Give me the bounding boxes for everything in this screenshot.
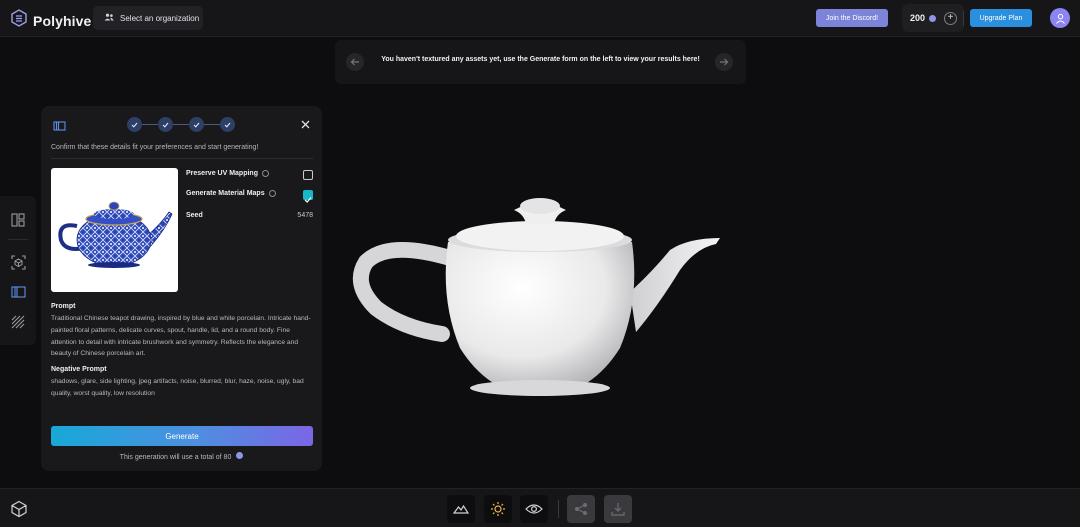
material-maps-text: Generate Material Maps xyxy=(186,190,265,197)
share-icon xyxy=(575,503,587,515)
previous-arrow-button[interactable] xyxy=(346,53,364,71)
select-organization-label: Select an organization xyxy=(120,13,200,23)
prompt-title: Prompt xyxy=(51,303,76,310)
polyhive-logo-icon xyxy=(11,9,27,32)
confirm-text: Confirm that these details fit your pref… xyxy=(51,144,259,151)
scan-cube-icon xyxy=(10,254,26,270)
model-viewer[interactable] xyxy=(340,180,740,410)
preserve-uv-checkbox[interactable] xyxy=(303,170,313,180)
sun-icon xyxy=(491,502,505,516)
negative-prompt-text: shadows, glare, side lighting, jpeg arti… xyxy=(51,378,304,397)
layout-icon xyxy=(11,213,25,227)
rail-item-texture[interactable] xyxy=(10,284,26,300)
toolbar-divider xyxy=(558,500,559,518)
preserve-uv-label: Preserve UV Mapping xyxy=(186,170,269,177)
next-arrow-button[interactable] xyxy=(715,53,733,71)
seed-value[interactable]: 5478 xyxy=(271,212,313,219)
add-credits-button[interactable]: + xyxy=(944,11,958,25)
lighting-button[interactable] xyxy=(484,495,512,523)
prompt-text: Traditional Chinese teapot drawing, insp… xyxy=(51,315,311,358)
close-icon xyxy=(301,120,309,128)
texture-panel-icon xyxy=(53,118,66,136)
mountain-icon xyxy=(453,504,469,514)
seed-label: Seed xyxy=(186,212,203,219)
credit-coin-icon xyxy=(236,452,244,459)
notice-text: You haven't textured any assets yet, use… xyxy=(381,56,700,63)
generation-cost-note: This generation will use a total of 80 xyxy=(41,452,322,461)
step-indicator xyxy=(127,117,235,132)
header-divider xyxy=(963,11,964,26)
reference-image-teapot xyxy=(51,168,178,292)
close-panel-button[interactable] xyxy=(298,117,312,131)
select-organization-button[interactable]: Select an organization xyxy=(93,6,203,30)
step-2-complete[interactable] xyxy=(158,117,173,132)
rail-item-layout[interactable] xyxy=(10,212,26,228)
eye-icon xyxy=(525,504,543,514)
credits-display: 200 + xyxy=(902,4,964,32)
step-connector xyxy=(173,124,189,125)
preserve-uv-text: Preserve UV Mapping xyxy=(186,170,258,177)
check-icon xyxy=(131,122,138,128)
join-discord-button[interactable]: Join the Discord! xyxy=(816,9,888,27)
brand-name: Polyhive xyxy=(33,12,92,29)
generate-panel: Confirm that these details fit your pref… xyxy=(41,106,322,471)
negative-prompt-title: Negative Prompt xyxy=(51,366,107,373)
notice-banner: You haven't textured any assets yet, use… xyxy=(335,40,746,84)
step-1-complete[interactable] xyxy=(127,117,142,132)
step-connector xyxy=(204,124,220,125)
check-icon xyxy=(224,122,231,128)
hatch-pattern-icon xyxy=(11,315,25,329)
texture-panel-icon xyxy=(10,286,26,298)
environment-button[interactable] xyxy=(447,495,475,523)
top-bar: Polyhive Select an organization Join the… xyxy=(0,0,1080,37)
panel-divider xyxy=(51,158,313,159)
material-maps-label: Generate Material Maps xyxy=(186,190,276,197)
check-icon xyxy=(193,122,200,128)
step-4-complete[interactable] xyxy=(220,117,235,132)
step-connector xyxy=(142,124,158,125)
generation-cost-text: This generation will use a total of 80 xyxy=(119,454,232,461)
user-avatar[interactable] xyxy=(1050,8,1070,28)
arrow-left-icon xyxy=(350,58,359,66)
download-button[interactable] xyxy=(604,495,632,523)
share-button[interactable] xyxy=(567,495,595,523)
teapot-model xyxy=(352,198,720,396)
app-root: Polyhive Select an organization Join the… xyxy=(0,0,1080,527)
arrow-right-icon xyxy=(720,58,729,66)
bottom-toolbar xyxy=(0,488,1080,527)
generate-button[interactable]: Generate xyxy=(51,426,313,446)
users-icon xyxy=(104,13,114,23)
brand[interactable]: Polyhive xyxy=(11,9,91,32)
credits-value: 200 xyxy=(910,13,926,23)
check-icon xyxy=(162,122,169,128)
credit-coin-icon xyxy=(929,14,937,22)
left-tool-rail xyxy=(0,196,36,345)
download-icon xyxy=(611,503,625,516)
check-icon xyxy=(304,197,312,203)
view-button[interactable] xyxy=(520,495,548,523)
step-3-complete[interactable] xyxy=(189,117,204,132)
rail-divider xyxy=(8,239,28,240)
upgrade-plan-button[interactable]: Upgrade Plan xyxy=(970,9,1032,27)
info-icon[interactable] xyxy=(268,190,276,197)
material-maps-checkbox[interactable] xyxy=(303,190,313,203)
info-icon[interactable] xyxy=(261,170,269,177)
rail-item-pattern[interactable] xyxy=(10,314,26,330)
cube-logo-icon[interactable] xyxy=(10,500,28,523)
rail-item-scan[interactable] xyxy=(10,254,26,270)
user-icon xyxy=(1055,13,1065,24)
